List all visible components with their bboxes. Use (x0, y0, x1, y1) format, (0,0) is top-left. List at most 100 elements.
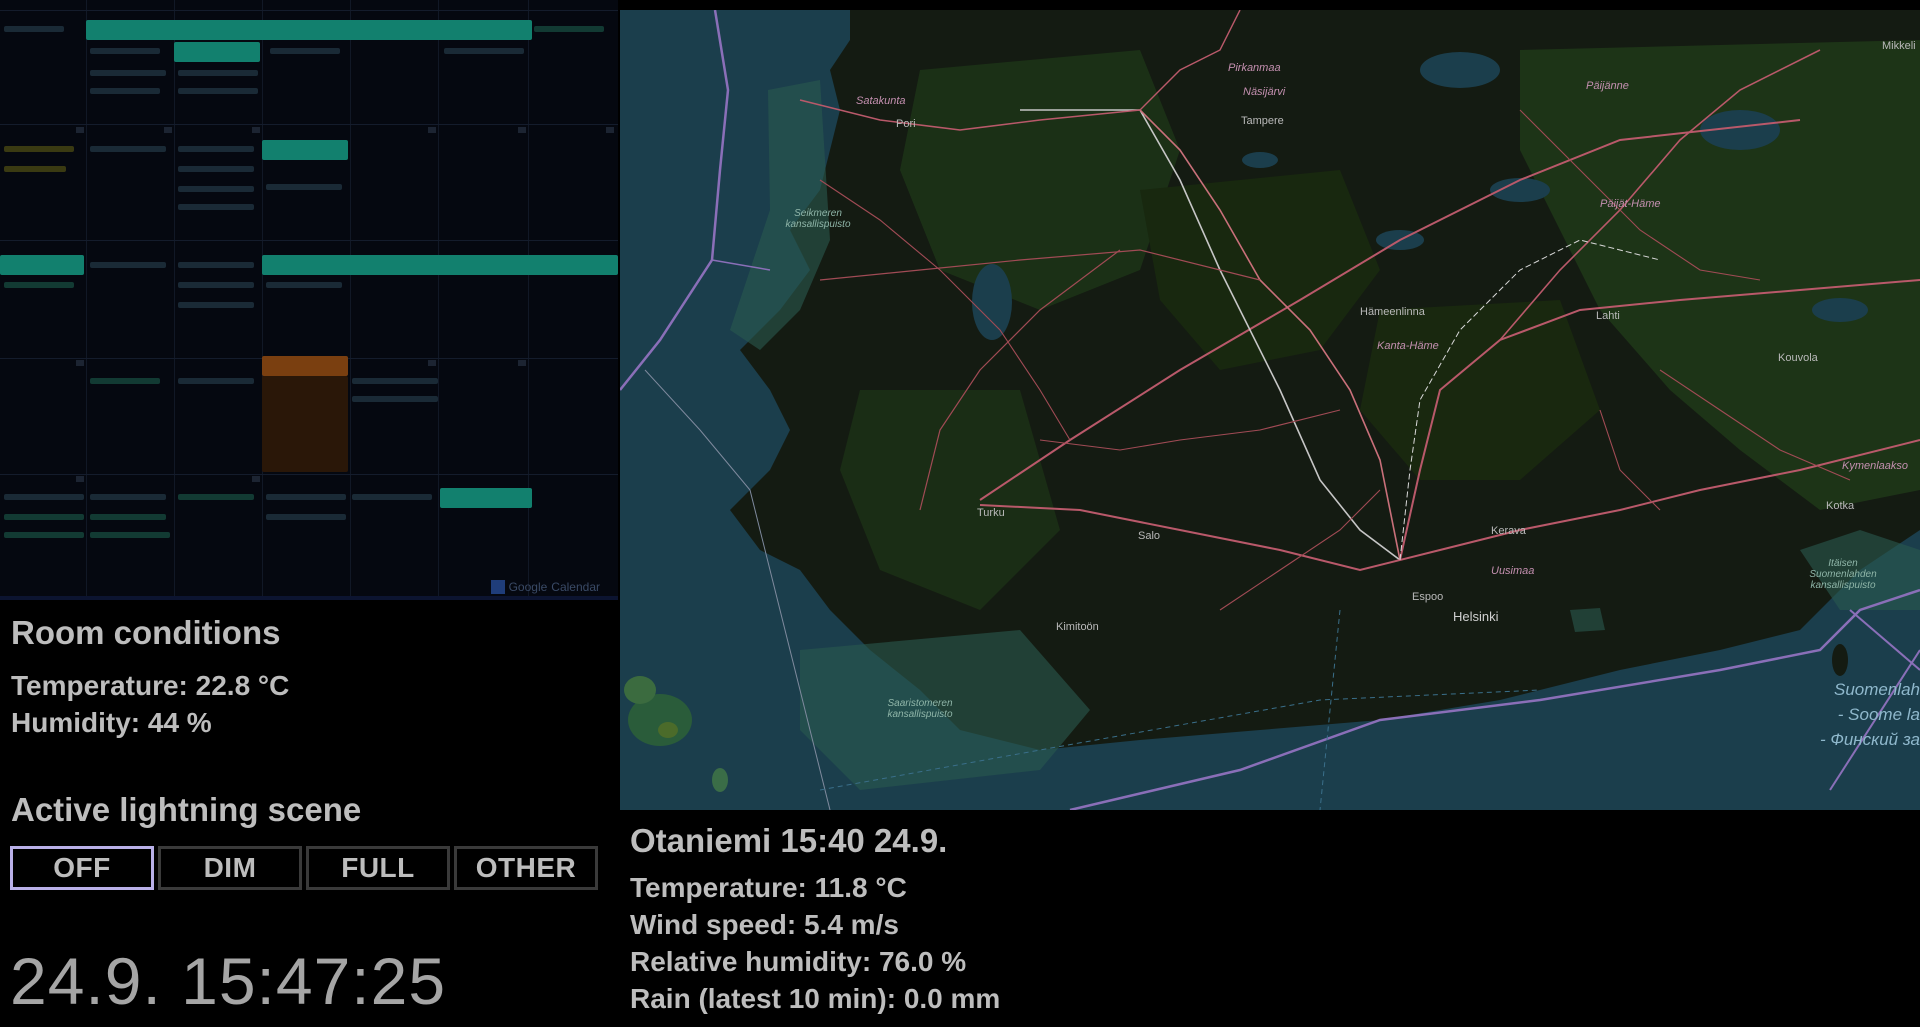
calendar-grid-line (86, 0, 87, 600)
calendar-event-text[interactable] (4, 282, 74, 288)
calendar-event-text[interactable] (4, 146, 74, 152)
calendar-grid-line (262, 0, 263, 600)
calendar-event-text[interactable] (90, 494, 166, 500)
scene-other-button[interactable]: OTHER (454, 846, 598, 890)
calendar-event-text[interactable] (90, 88, 160, 94)
calendar-event-text[interactable] (444, 48, 524, 54)
map-label-uusimaa: Uusimaa (1491, 565, 1535, 577)
map-label-paijat-hame: Päijät-Häme (1600, 198, 1661, 210)
calendar-week-row (0, 240, 618, 241)
calendar-day-number (428, 127, 436, 133)
calendar-event[interactable] (86, 20, 532, 40)
calendar-event-text[interactable] (90, 48, 160, 54)
calendar-event-text[interactable] (178, 186, 254, 192)
calendar-event[interactable] (262, 376, 348, 472)
calendar-day-number (252, 476, 260, 482)
calendar-event-text[interactable] (4, 166, 66, 172)
map-label-mikkeli: Mikkeli (1882, 40, 1916, 52)
room-conditions-title: Room conditions (11, 614, 281, 651)
calendar-event-text[interactable] (178, 70, 258, 76)
map-label-kanta-hame: Kanta-Häme (1377, 340, 1439, 352)
map-label-sea-finnish: Suomenlah (1833, 680, 1920, 699)
lighting-scene-buttons: OFF DIM FULL OTHER (10, 846, 598, 890)
weather-relative-humidity: Relative humidity: 76.0 % (630, 946, 967, 977)
weather-wind-speed: Wind speed: 5.4 m/s (630, 909, 899, 940)
calendar-event-text[interactable] (266, 282, 342, 288)
weather-radar-map[interactable]: Satakunta Pori Pirkanmaa Näsijärvi Tampe… (620, 10, 1920, 810)
calendar-event[interactable] (0, 255, 84, 275)
google-calendar-icon (490, 580, 505, 594)
map-base-layer (620, 10, 1920, 810)
weather-station-title: Otaniemi 15:40 24.9. (630, 822, 948, 859)
calendar-event-text[interactable] (178, 204, 254, 210)
calendar-event-text[interactable] (534, 26, 604, 32)
map-label-sea-russian: - Финский за (1819, 730, 1920, 749)
calendar-event-text[interactable] (352, 396, 438, 402)
scene-off-button[interactable]: OFF (10, 846, 154, 890)
calendar-day-number (164, 127, 172, 133)
calendar-event-text[interactable] (266, 514, 346, 520)
calendar-event-text[interactable] (352, 494, 432, 500)
map-label-kimitoon: Kimitoön (1056, 621, 1099, 633)
calendar-grid-line (350, 0, 351, 600)
calendar-event-text[interactable] (352, 378, 438, 384)
map-label-sea-estonian: - Soome la (1837, 705, 1920, 724)
calendar-event-text[interactable] (4, 26, 64, 32)
map-label-lahti: Lahti (1596, 310, 1620, 322)
calendar-event-text[interactable] (178, 262, 254, 268)
calendar-event-text[interactable] (178, 282, 254, 288)
calendar-event-text[interactable] (178, 88, 258, 94)
calendar-event-text[interactable] (178, 378, 254, 384)
map-label-paijanne: Päijänne (1586, 80, 1629, 92)
calendar-week-row (0, 10, 618, 11)
calendar-event-text[interactable] (90, 146, 166, 152)
calendar-event[interactable] (262, 140, 348, 160)
map-label-tampere: Tampere (1241, 115, 1284, 127)
map-label-saaristomeren: Saaristomeren kansallispuisto (887, 698, 953, 720)
google-brand-text: Google (508, 580, 548, 594)
weather-temperature: Temperature: 11.8 °C (630, 872, 907, 903)
calendar-event-text[interactable] (178, 166, 254, 172)
calendar-day-number (76, 127, 84, 133)
calendar-event-text[interactable] (4, 514, 84, 520)
calendar-day-number (518, 360, 526, 366)
map-label-seikmeren: Seikmeren kansallispuisto (785, 208, 851, 230)
calendar-day-number (518, 127, 526, 133)
calendar-event-text[interactable] (178, 146, 254, 152)
calendar-event-text[interactable] (90, 70, 166, 76)
calendar-event[interactable] (174, 42, 260, 62)
google-calendar-link[interactable]: Google Calendar (490, 580, 600, 594)
calendar-event-text[interactable] (90, 514, 166, 520)
calendar-event-text[interactable] (90, 378, 160, 384)
scene-full-button[interactable]: FULL (306, 846, 450, 890)
calendar-grid-line (174, 0, 175, 600)
calendar-day-number (76, 360, 84, 366)
map-label-pirkanmaa: Pirkanmaa (1228, 62, 1281, 74)
map-label-kotka: Kotka (1826, 500, 1855, 512)
map-label-satakunta: Satakunta (856, 95, 906, 107)
calendar-event-text[interactable] (90, 532, 170, 538)
map-label-pori: Pori (896, 118, 916, 130)
map-label-kerava: Kerava (1491, 525, 1526, 537)
calendar-event-text[interactable] (4, 494, 84, 500)
calendar-day-number (606, 127, 614, 133)
calendar-event-text[interactable] (178, 302, 254, 308)
calendar-event-text[interactable] (4, 532, 84, 538)
calendar-week-row (0, 124, 618, 125)
calendar-event[interactable] (440, 488, 532, 508)
calendar-grid-line (438, 0, 439, 600)
calendar-event-text[interactable] (266, 494, 346, 500)
calendar-widget[interactable]: Google Calendar (0, 0, 618, 600)
calendar-day-number (76, 476, 84, 482)
scene-dim-button[interactable]: DIM (158, 846, 302, 890)
map-label-espoo: Espoo (1412, 591, 1444, 603)
calendar-day-number (428, 360, 436, 366)
calendar-event-text[interactable] (270, 48, 340, 54)
calendar-event-text[interactable] (178, 494, 254, 500)
calendar-event[interactable] (262, 356, 348, 376)
calendar-brand-text: Calendar (551, 580, 600, 594)
calendar-event-text[interactable] (266, 184, 342, 190)
calendar-event-text[interactable] (90, 262, 166, 268)
clock: 24.9. 15:47:25 (10, 944, 447, 1018)
calendar-event[interactable] (262, 255, 618, 275)
